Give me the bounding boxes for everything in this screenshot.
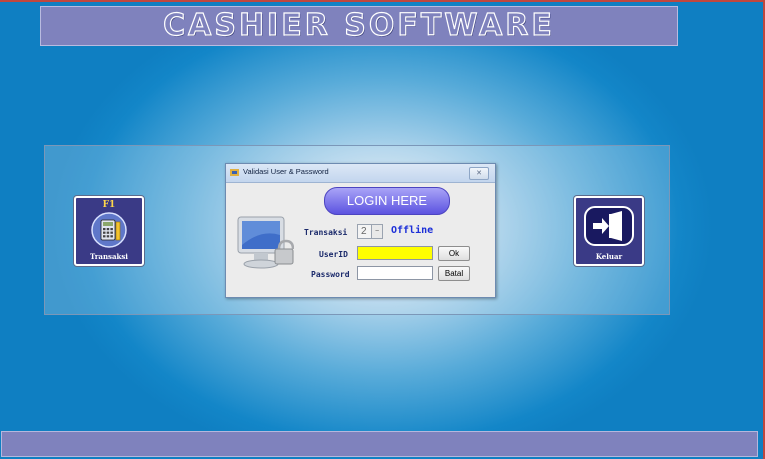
app-title: CASHIER SOFTWARE (163, 7, 555, 43)
batal-button[interactable]: Batal (438, 266, 470, 281)
ok-label: Ok (448, 249, 460, 258)
keluar-label: Keluar (595, 252, 623, 261)
stepper-arrows-icon[interactable]: − (371, 225, 382, 238)
userid-input[interactable] (357, 246, 433, 260)
login-dialog: Validasi User & Password ✕ LOGIN HERE Tr… (225, 163, 496, 298)
app-title-bar: CASHIER SOFTWARE (40, 6, 678, 46)
monitor-lock-icon (237, 216, 294, 269)
login-here-button[interactable]: LOGIN HERE (324, 187, 450, 215)
password-input[interactable] (357, 266, 433, 280)
transaksi-field-label: Transaksi (304, 228, 348, 237)
password-label: Password (311, 270, 350, 279)
userid-label: UserID (319, 250, 348, 259)
transaksi-label: Transaksi (90, 252, 128, 261)
status-text: Offline (391, 225, 434, 236)
transaksi-button[interactable]: F1 Transaksi (74, 196, 144, 266)
app-icon (230, 169, 239, 176)
dialog-titlebar[interactable]: Validasi User & Password ✕ (226, 164, 495, 183)
transaksi-stepper[interactable]: 2 − (357, 224, 383, 239)
batal-label: Batal (444, 269, 464, 278)
ok-button[interactable]: Ok (438, 246, 470, 261)
close-button[interactable]: ✕ (469, 167, 489, 180)
close-icon: ✕ (476, 170, 482, 177)
transaksi-value: 2 (361, 226, 367, 237)
keluar-button[interactable]: Keluar (574, 196, 644, 266)
dialog-title: Validasi User & Password (243, 167, 329, 176)
status-bar (1, 431, 758, 457)
